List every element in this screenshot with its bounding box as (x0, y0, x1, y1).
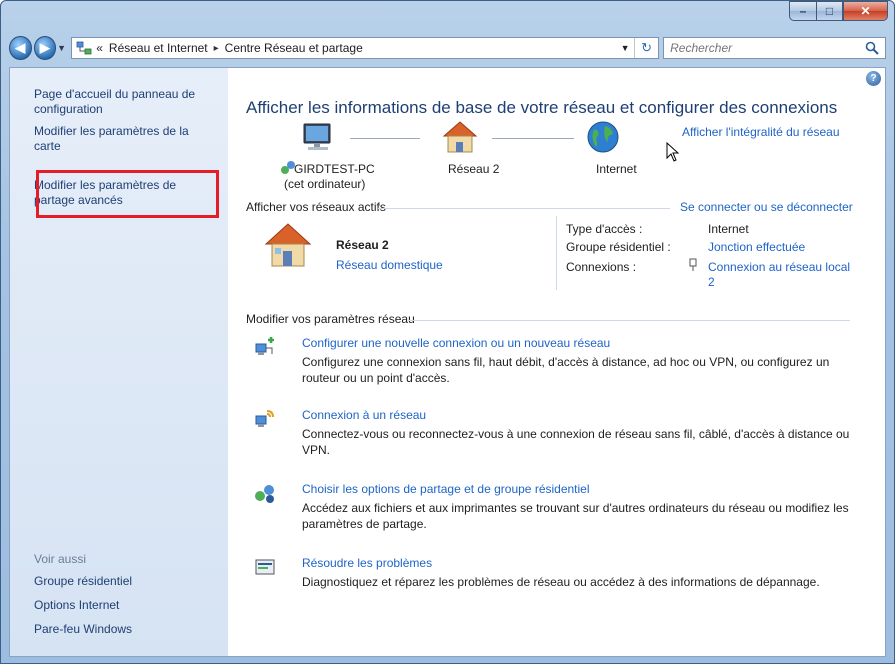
computer-name: GIRDTEST-PC (294, 162, 375, 176)
active-network-name: Réseau 2 (336, 238, 389, 252)
breadcrumb-separator[interactable]: ▸ (214, 43, 219, 54)
sidebar-link-internet-options[interactable]: Options Internet (34, 598, 119, 613)
computer-subtitle: (cet ordinateur) (284, 177, 366, 191)
sidebar-link-homegroup[interactable]: Groupe résidentiel (34, 574, 132, 589)
task-sharing-options-link[interactable]: Choisir les options de partage et de gro… (302, 482, 590, 496)
see-also-title: Voir aussi (34, 552, 87, 566)
active-networks-title: Afficher vos réseaux actifs (246, 200, 386, 214)
search-box[interactable] (663, 37, 886, 59)
new-connection-icon (255, 337, 274, 355)
maximize-button[interactable]: □ (816, 1, 843, 21)
section-divider (408, 320, 850, 321)
map-link-line (350, 138, 420, 139)
refresh-icon: ↻ (641, 40, 653, 55)
sidebar-link-windows-firewall[interactable]: Pare-feu Windows (34, 622, 132, 637)
search-icon[interactable] (865, 41, 879, 55)
content-area: Page d'accueil du panneau de configurati… (9, 67, 886, 657)
mouse-cursor-icon (666, 142, 680, 162)
highlight-box (36, 170, 219, 218)
recent-pages-dropdown[interactable]: ▼ (56, 43, 67, 53)
access-type-value: Internet (708, 222, 749, 236)
task-connect-network-desc: Connectez-vous ou reconnectez-vous à une… (302, 427, 850, 457)
task-troubleshoot-link[interactable]: Résoudre les problèmes (302, 556, 432, 570)
forward-button[interactable]: ▶ (33, 36, 57, 60)
section-divider (378, 208, 670, 209)
troubleshoot-icon (255, 559, 275, 575)
caption-buttons: – □ ✕ (789, 1, 888, 21)
page-title: Afficher les informations de base de vot… (246, 98, 838, 117)
window-frame: – □ ✕ ◀ ▶ ▼ « Réseau et Internet ▸ Centr… (0, 0, 895, 664)
task-new-connection-desc: Configurez une connexion sans fil, haut … (302, 355, 830, 385)
address-bar[interactable]: « Réseau et Internet ▸ Centre Réseau et … (71, 37, 660, 59)
change-settings-title: Modifier vos paramètres réseau (246, 312, 415, 326)
full-map-link[interactable]: Afficher l'intégralité du réseau (682, 125, 840, 139)
local-connection-link[interactable]: Connexion au réseau local 2 (708, 260, 858, 290)
map-link-line (492, 138, 574, 139)
connect-network-icon (255, 410, 274, 427)
refresh-button[interactable]: ↻ (634, 38, 658, 58)
task-troubleshoot-desc: Diagnostiquez et réparez les problèmes d… (302, 575, 820, 589)
breadcrumb-network-internet[interactable]: Réseau et Internet (109, 41, 208, 55)
sidebar-link-adapter-settings[interactable]: Modifier les paramètres de la carte (34, 124, 218, 152)
homegroup-link[interactable]: Jonction effectuée (708, 240, 805, 254)
home-network-large-icon (264, 223, 312, 267)
close-button[interactable]: ✕ (843, 1, 888, 21)
internet-label: Internet (596, 162, 637, 176)
main-panel: Afficher les informations de base de vot… (228, 68, 887, 656)
breadcrumb-network-sharing-center[interactable]: Centre Réseau et partage (225, 41, 363, 55)
task-connect-network-link[interactable]: Connexion à un réseau (302, 408, 426, 422)
home-network-icon[interactable] (442, 120, 478, 154)
navigation-bar: ◀ ▶ ▼ « Réseau et Internet ▸ Centre Rése… (9, 35, 886, 61)
connect-disconnect-link[interactable]: Se connecter ou se déconnecter (680, 200, 853, 214)
minimize-button[interactable]: – (789, 1, 816, 21)
address-controls: ▼ ↻ (616, 38, 658, 58)
sharing-options-icon (255, 485, 274, 503)
network-props-divider (556, 216, 557, 290)
connections-label: Connexions : (566, 260, 637, 274)
network-name-label: Réseau 2 (448, 162, 500, 176)
back-arrow-icon: ◀ (15, 40, 26, 55)
ethernet-plug-icon (689, 258, 697, 271)
network-globe-icon (76, 41, 92, 55)
network-type-link[interactable]: Réseau domestique (336, 258, 443, 272)
back-button[interactable]: ◀ (9, 36, 32, 60)
homegroup-label: Groupe résidentiel : (566, 240, 671, 254)
internet-globe-icon[interactable] (586, 120, 620, 154)
title-bar[interactable]: – □ ✕ (1, 1, 894, 31)
address-dropdown[interactable]: ▼ (616, 43, 634, 53)
task-sharing-options-desc: Accédez aux fichiers et aux imprimantes … (302, 501, 849, 531)
forward-arrow-icon: ▶ (39, 40, 50, 55)
sidebar: Page d'accueil du panneau de configurati… (10, 68, 228, 656)
search-input[interactable] (670, 41, 865, 55)
sidebar-link-control-panel-home[interactable]: Page d'accueil du panneau de configurati… (34, 87, 214, 117)
breadcrumb-prefix[interactable]: « (96, 41, 103, 55)
access-type-label: Type d'accès : (566, 222, 643, 236)
computer-icon[interactable] (300, 122, 336, 154)
task-new-connection-link[interactable]: Configurer une nouvelle connexion ou un … (302, 336, 610, 350)
